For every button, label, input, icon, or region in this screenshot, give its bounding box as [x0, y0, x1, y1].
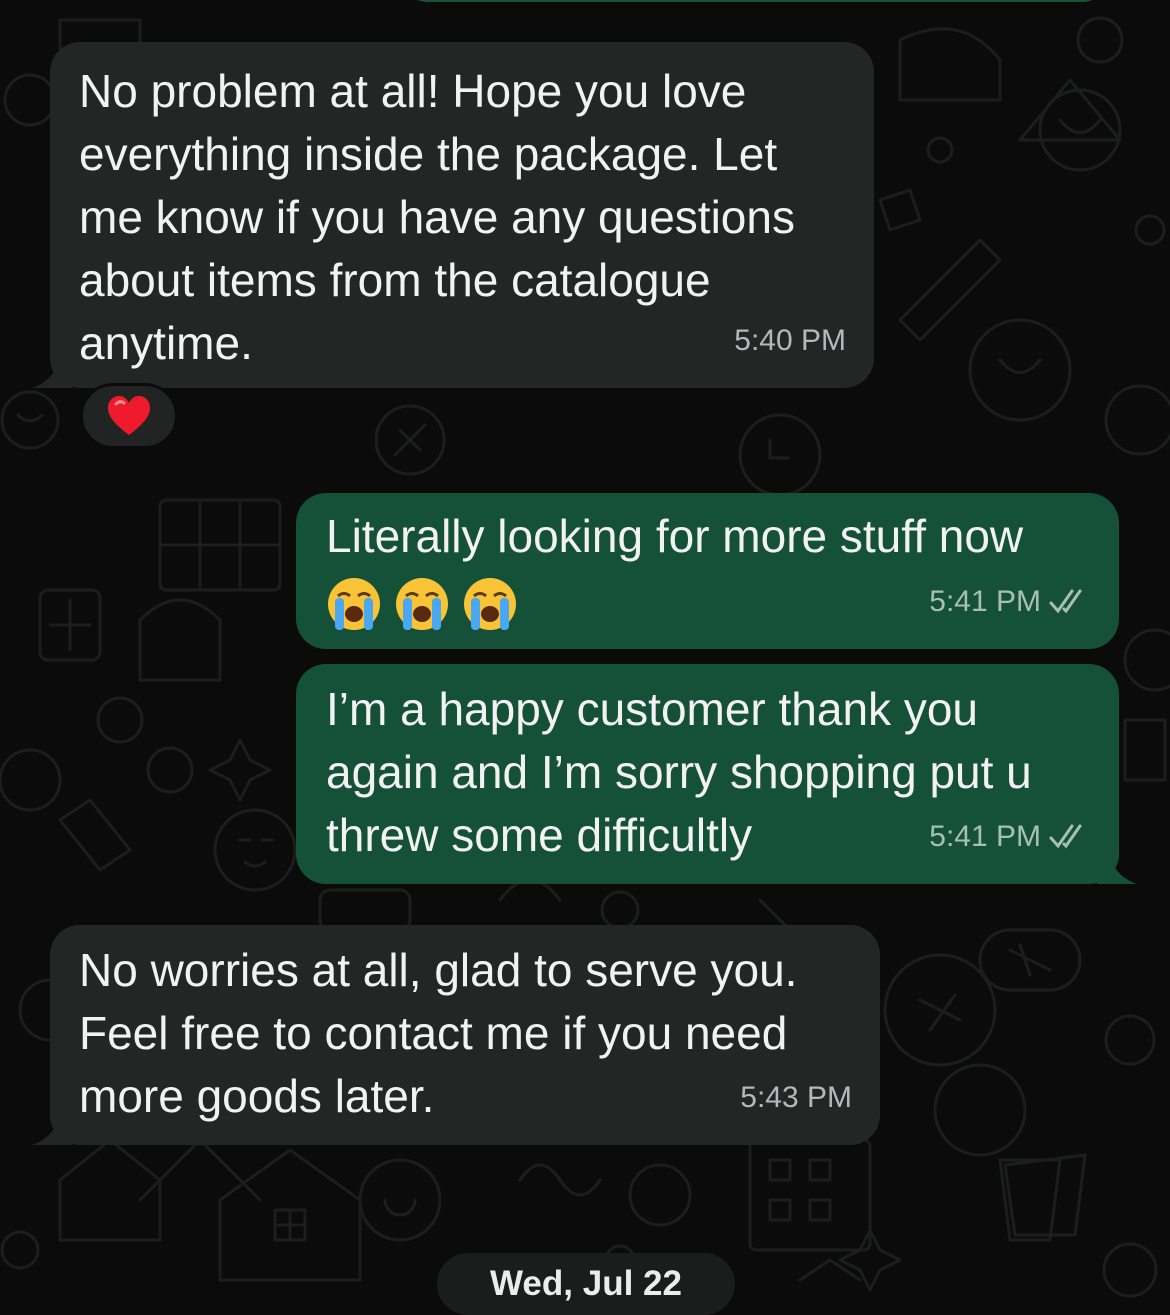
- read-receipt-icon: [1049, 589, 1082, 613]
- read-receipt-icon: [1049, 824, 1082, 848]
- loudly-crying-face-emoji-icon: [328, 577, 380, 630]
- message-text: Literally looking for more stuff now: [326, 510, 1024, 562]
- loudly-crying-face-emoji-icon: [464, 577, 516, 630]
- message-text: No problem at all! Hope you love everyth…: [79, 65, 795, 369]
- message-text: No worries at all, glad to serve you. Fe…: [79, 944, 798, 1122]
- bubble-tail-icon: [32, 1105, 72, 1145]
- message-meta: 5:43 PM: [740, 1066, 852, 1129]
- message-meta: 5:40 PM: [734, 309, 846, 372]
- previous-message-bubble-edge: [400, 0, 1110, 2]
- incoming-message-bubble[interactable]: No problem at all! Hope you love everyth…: [32, 42, 874, 388]
- loudly-crying-face-emoji-icon: [396, 577, 448, 630]
- message-meta: 5:41 PM: [929, 805, 1091, 868]
- date-separator: Wed, Jul 22: [437, 1253, 735, 1315]
- bubble-tail-icon: [1097, 844, 1137, 884]
- bubble-tail-icon: [32, 348, 72, 388]
- message-time: 5:40 PM: [734, 324, 846, 357]
- message-time: 5:41 PM: [929, 820, 1041, 853]
- message-meta: 5:41 PM: [929, 570, 1091, 633]
- heart-emoji-icon: [108, 396, 150, 435]
- incoming-message-bubble[interactable]: No worries at all, glad to serve you. Fe…: [32, 925, 880, 1145]
- outgoing-message-bubble[interactable]: I’m a happy customer thank you again and…: [296, 664, 1137, 884]
- message-time: 5:41 PM: [929, 585, 1041, 618]
- reaction-badge[interactable]: [80, 383, 178, 449]
- outgoing-message-bubble[interactable]: Literally looking for more stuff now 5:4…: [296, 493, 1119, 649]
- message-time: 5:43 PM: [740, 1081, 852, 1114]
